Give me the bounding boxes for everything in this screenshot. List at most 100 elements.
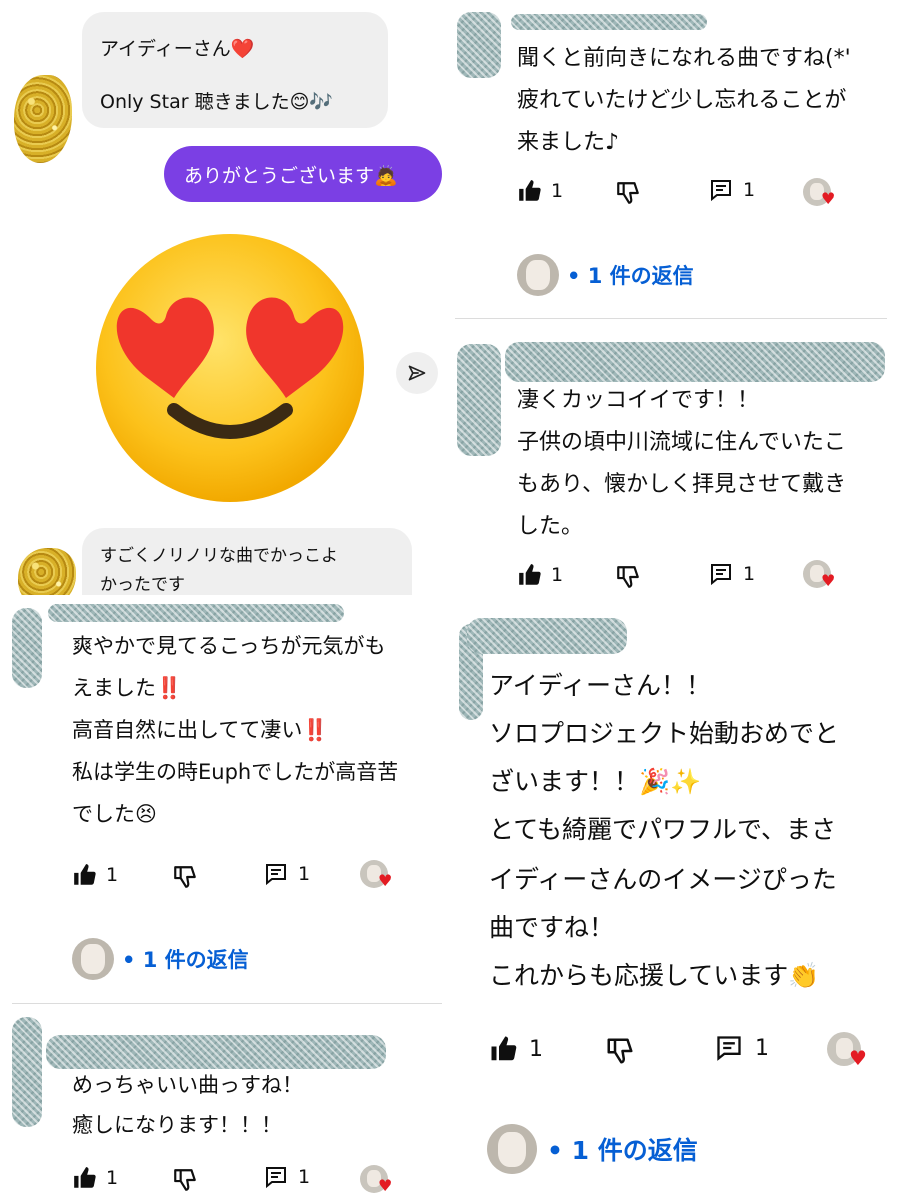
comment-line: 癒しになります！！！ [72,1113,282,1137]
comment-line: でした😣 [72,802,157,826]
comment-icon [711,564,731,586]
reply-avatar [72,938,114,980]
divider [12,1003,442,1004]
comment-line: 高音自然に出してて凄い‼️ [72,718,329,742]
reply-button[interactable]: 1 [264,862,310,886]
sender-avatar [14,75,72,163]
reply-count: 1 [743,563,756,585]
message-line: すごくノリノリな曲でかっこよ [100,546,338,566]
reply-button[interactable]: 1 [709,562,755,586]
comment-line: アイディーさん！！ [489,671,712,700]
redacted-username [46,1035,386,1069]
sender-avatar [18,548,76,595]
chat-panel: アイディーさん❤️ Only Star 聴きました😊🎶 ありがとうございます🙇 … [0,0,450,595]
like-count: 1 [551,564,564,586]
thumbs-up-icon [519,564,541,585]
comment-line: めっちゃいい曲っすね！ [72,1073,303,1097]
thumbs-down-icon [174,866,196,888]
send-button[interactable] [396,352,438,394]
view-replies-text: • 1 件の返信 [122,948,249,972]
comment-line: 疲れていたけど少し忘れることが [517,88,847,113]
reply-button[interactable]: 1 [264,1165,310,1189]
comment-line: とても綺麗でパワフルで、まさ [489,815,837,844]
comment-line: した。 [517,514,584,539]
reply-button[interactable]: 1 [709,178,755,202]
redacted-username [457,344,501,456]
like-button[interactable]: 1 [72,1165,118,1191]
comment-line: 聞くと前向きになれる曲ですね(*' [517,46,851,71]
reply-button[interactable]: 1 [715,1034,769,1062]
comment-line: これからも応援しています👏 [489,961,820,990]
thumbs-down-icon [617,566,639,588]
heart-icon: ♥ [378,871,393,890]
thumbs-down-icon [617,182,639,204]
reply-avatar [487,1124,537,1174]
comment-line: もあり、懐かしく拝見させて戴き [517,472,847,497]
dislike-button[interactable] [615,564,641,590]
like-button[interactable]: 1 [72,862,118,888]
reply-count: 1 [298,863,311,885]
redacted-username [48,604,344,622]
comment-line: えました‼️ [72,676,183,700]
heart-eyes-emoji [96,234,364,502]
divider [455,318,887,319]
message-line: アイディーさん❤️ [100,38,255,60]
comment-icon [266,864,286,886]
like-count: 1 [106,864,119,886]
comment-line: ざいます！！🎉✨ [489,767,702,796]
comment-line: イディーさんのイメージぴった [489,865,837,894]
like-button[interactable]: 1 [517,178,563,204]
view-replies-link[interactable]: • 1 件の返信 [487,1124,698,1174]
comment-line: 曲ですね！ [489,913,615,942]
comment-icon [717,1036,741,1061]
comment-icon [711,180,731,202]
like-count: 1 [529,1036,543,1062]
comment-line: 凄くカッコイイです！！ [517,388,760,413]
comment-line: 爽やかで見てるこっちが元気がも [72,634,386,658]
comment-line: 来ました♪ [517,130,620,155]
dislike-button[interactable] [172,1167,198,1193]
redacted-username [505,342,885,382]
comment-line: 私は学生の時Euphでしたが高音苦 [72,760,399,784]
redacted-username [12,608,42,688]
like-button[interactable]: 1 [489,1034,543,1064]
message-line: Only Star 聴きました😊🎶 [100,91,334,113]
chat-message: アイディーさん❤️ Only Star 聴きました😊🎶 [82,12,388,128]
my-reply-bubble: ありがとうございます🙇 [164,146,442,202]
comment-card: めっちゃいい曲っすね！ 癒しになります！！！ 1 1 ♥ [0,1005,450,1200]
like-count: 1 [551,180,564,202]
like-count: 1 [106,1167,119,1189]
redacted-username [511,14,707,30]
dislike-button[interactable] [615,180,641,206]
reply-count: 1 [755,1035,769,1061]
view-replies-text: • 1 件の返信 [547,1136,698,1165]
dislike-button[interactable] [605,1036,635,1066]
reply-avatar [517,254,559,296]
redacted-username [457,12,501,78]
comment-line: ソロプロジェクト始動おめでと [489,719,840,748]
thumbs-up-icon [519,180,541,201]
view-replies-link[interactable]: • 1 件の返信 [517,254,694,296]
heart-icon: ♥ [849,1046,867,1070]
comment-card: 爽やかで見てるこっちが元気がも えました‼️ 高音自然に出してて凄い‼️ 私は学… [0,598,450,1002]
message-line: かったです [100,575,185,595]
thumbs-down-icon [607,1038,633,1064]
comment-card: 凄くカッコイイです！！ 子供の頃中川流域に住んでいたこ もあり、懐かしく拝見させ… [455,320,900,605]
heart-icon: ♥ [821,189,836,208]
view-replies-text: • 1 件の返信 [567,264,694,288]
reply-count: 1 [298,1166,311,1188]
send-icon [408,365,426,381]
like-button[interactable]: 1 [517,562,563,588]
thumbs-up-icon [74,1167,96,1188]
comment-card: 聞くと前向きになれる曲ですね(*' 疲れていたけど少し忘れることが 来ました♪ … [455,0,900,318]
reply-count: 1 [743,179,756,201]
redacted-username [467,618,627,654]
thumbs-up-icon [491,1036,517,1061]
heart-icon: ♥ [821,571,836,590]
redacted-username [12,1017,42,1127]
message-text: ありがとうございます🙇 [184,164,398,187]
dislike-button[interactable] [172,864,198,890]
heart-icon: ♥ [378,1176,393,1195]
view-replies-link[interactable]: • 1 件の返信 [72,938,249,980]
comment-icon [266,1167,286,1189]
